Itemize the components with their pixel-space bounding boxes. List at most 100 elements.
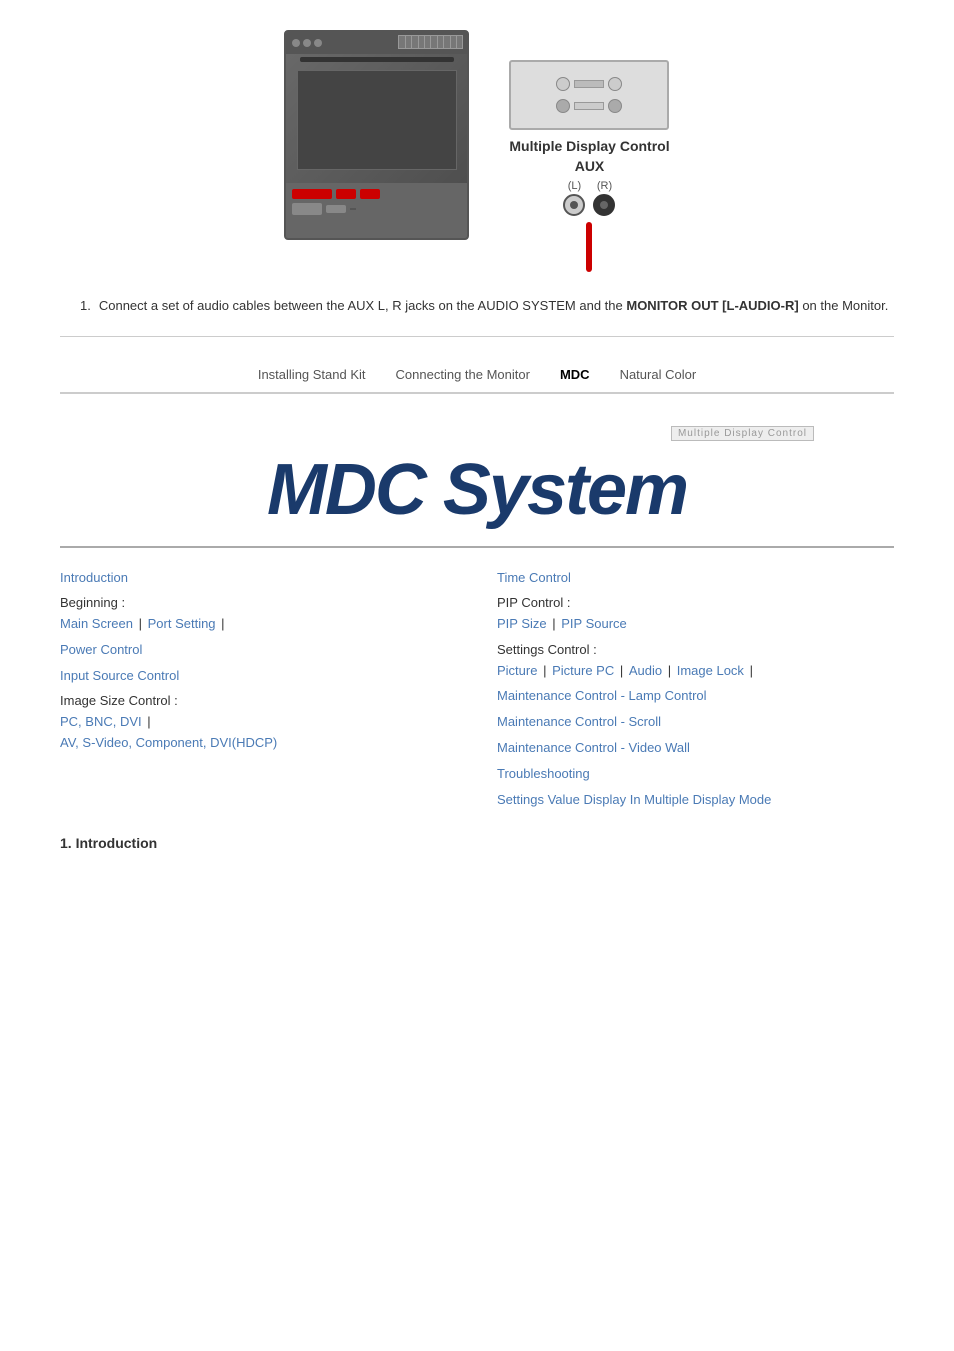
chip-red3 xyxy=(360,189,380,199)
monitor-top-controls xyxy=(286,32,467,54)
instruction-text: Connect a set of audio cables between th… xyxy=(99,296,889,316)
toc-right: Time Control PIP Control : PIP Size | PI… xyxy=(497,568,894,816)
right-jack xyxy=(593,194,615,216)
instruction-number: 1. xyxy=(80,296,91,316)
bottom-chip-gray2 xyxy=(326,205,346,213)
bottom-chip-gray xyxy=(292,203,322,215)
left-jack-inner xyxy=(570,201,578,209)
ctrl-btn-1 xyxy=(292,39,300,47)
bottom-row1 xyxy=(292,189,461,199)
toc-link-main-screen[interactable]: Main Screen xyxy=(60,616,133,631)
toc-list-right: Time Control PIP Control : PIP Size | PI… xyxy=(497,568,894,811)
toc-link-av-svideo[interactable]: AV, S-Video, Component, DVI(HDCP) xyxy=(60,735,277,750)
instruction-bold: MONITOR OUT [L-AUDIO-R] xyxy=(626,298,798,313)
toc-item-2: Beginning : Main Screen | Port Setting | xyxy=(60,593,457,635)
toc-section: Introduction Beginning : Main Screen | P… xyxy=(60,568,894,816)
separator-6: | xyxy=(620,663,627,678)
toc-list-left: Introduction Beginning : Main Screen | P… xyxy=(60,568,457,754)
toc-link-pc-bnc-dvi[interactable]: PC, BNC, DVI xyxy=(60,714,142,729)
toc-link-maintenance-scroll[interactable]: Maintenance Control - Scroll xyxy=(497,714,661,729)
toc-item-1: Introduction xyxy=(60,568,457,589)
separator-7: | xyxy=(668,663,675,678)
toc-link-picture[interactable]: Picture xyxy=(497,663,537,678)
monitor-image xyxy=(284,30,469,240)
mdc-subtitle: Multiple Display Control xyxy=(671,426,814,441)
toc-link-settings-value[interactable]: Settings Value Display In Multiple Displ… xyxy=(497,792,771,807)
aux-connector-row: (L) (R) xyxy=(563,180,615,216)
toc-link-image-lock[interactable]: Image Lock xyxy=(677,663,744,678)
nav-item-natural-color[interactable]: Natural Color xyxy=(620,367,697,382)
image-section: Multiple Display Control AUX (L) (R) xyxy=(60,30,894,272)
left-connector: (L) xyxy=(563,180,585,216)
aux-port-row1 xyxy=(556,77,622,91)
aux-device-box xyxy=(509,60,669,130)
aux-ports-left xyxy=(556,77,622,113)
right-jack-inner xyxy=(600,201,608,209)
toc-item-11: Maintenance Control - Video Wall xyxy=(497,738,894,759)
port-circle-3 xyxy=(556,99,570,113)
aux-text: Multiple Display Control xyxy=(509,138,669,154)
port-circle-4 xyxy=(608,99,622,113)
separator-8: | xyxy=(750,663,753,678)
ctrl-btn-2 xyxy=(303,39,311,47)
toc-item-10: Maintenance Control - Scroll xyxy=(497,712,894,733)
toc-link-port-setting[interactable]: Port Setting xyxy=(148,616,216,631)
bottom-label xyxy=(350,208,356,210)
aux-port-row2 xyxy=(556,99,622,113)
monitor-bar xyxy=(300,57,454,62)
separator-4: | xyxy=(552,616,559,631)
mdc-logo-section: Multiple Display Control MDC System xyxy=(60,414,894,548)
toc-link-time-control[interactable]: Time Control xyxy=(497,570,571,585)
toc-item-5: Image Size Control : PC, BNC, DVI | AV, … xyxy=(60,691,457,753)
separator-5: | xyxy=(543,663,550,678)
separator-3: | xyxy=(147,714,150,729)
port-circle-2 xyxy=(608,77,622,91)
toc-item-12: Troubleshooting xyxy=(497,764,894,785)
toc-link-audio[interactable]: Audio xyxy=(629,663,662,678)
mdc-title-container: MDC System xyxy=(267,454,687,526)
toc-link-pip-size[interactable]: PIP Size xyxy=(497,616,547,631)
audio-cable xyxy=(586,222,592,272)
monitor-keypad xyxy=(398,35,463,49)
chip-red xyxy=(292,189,332,199)
monitor-screen xyxy=(297,70,456,170)
toc-link-maintenance-video-wall[interactable]: Maintenance Control - Video Wall xyxy=(497,740,690,755)
aux-label: AUX xyxy=(575,158,605,174)
toc-item-4: Input Source Control xyxy=(60,666,457,687)
page-container: Multiple Display Control AUX (L) (R) xyxy=(0,0,954,871)
port-slot-2 xyxy=(574,102,604,110)
toc-link-power-control[interactable]: Power Control xyxy=(60,642,142,657)
chip-red2 xyxy=(336,189,356,199)
toc-item-13: Settings Value Display In Multiple Displ… xyxy=(497,790,894,811)
port-circle-1 xyxy=(556,77,570,91)
separator-2: | xyxy=(221,616,224,631)
monitor-bottom-controls xyxy=(286,183,467,238)
ctrl-btn-3 xyxy=(314,39,322,47)
instruction-item-1: 1. Connect a set of audio cables between… xyxy=(80,296,894,316)
mdc-subtitle-container: Multiple Display Control xyxy=(671,424,814,439)
toc-left: Introduction Beginning : Main Screen | P… xyxy=(60,568,457,816)
cable-container xyxy=(586,222,592,272)
instruction-section: 1. Connect a set of audio cables between… xyxy=(60,296,894,316)
port-slot-1 xyxy=(574,80,604,88)
toc-link-pip-source[interactable]: PIP Source xyxy=(561,616,627,631)
left-jack xyxy=(563,194,585,216)
toc-link-maintenance-lamp[interactable]: Maintenance Control - Lamp Control xyxy=(497,688,707,703)
toc-link-input-source[interactable]: Input Source Control xyxy=(60,668,179,683)
toc-link-picture-pc[interactable]: Picture PC xyxy=(552,663,614,678)
left-label: (L) xyxy=(568,180,581,192)
nav-item-connecting[interactable]: Connecting the Monitor xyxy=(396,367,530,382)
toc-item-8: Settings Control : Picture | Picture PC … xyxy=(497,640,894,682)
toc-link-troubleshooting[interactable]: Troubleshooting xyxy=(497,766,590,781)
nav-bar: Installing Stand Kit Connecting the Moni… xyxy=(60,357,894,394)
right-connector: (R) xyxy=(593,180,615,216)
nav-item-mdc[interactable]: MDC xyxy=(560,367,590,382)
toc-item-7: PIP Control : PIP Size | PIP Source xyxy=(497,593,894,635)
nav-item-installing[interactable]: Installing Stand Kit xyxy=(258,367,366,382)
divider-1 xyxy=(60,336,894,337)
bottom-row2 xyxy=(292,203,461,215)
toc-item-6: Time Control xyxy=(497,568,894,589)
separator-1: | xyxy=(139,616,146,631)
toc-link-introduction[interactable]: Introduction xyxy=(60,570,128,585)
aux-label-row: Multiple Display Control xyxy=(509,138,669,154)
